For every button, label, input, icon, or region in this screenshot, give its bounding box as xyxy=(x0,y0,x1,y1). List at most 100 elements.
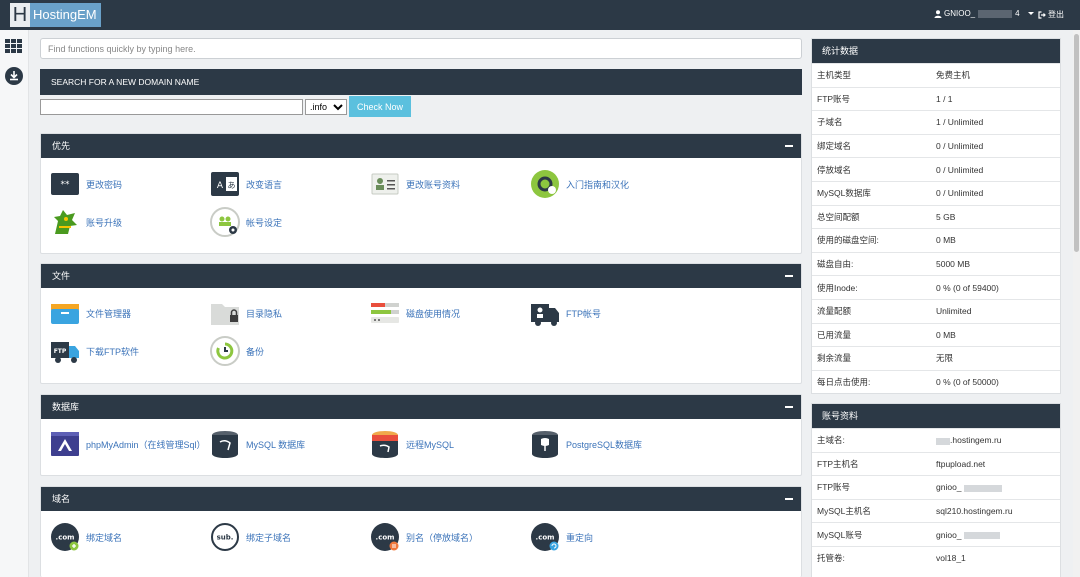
account-row: FTP主机名 ftpupload.net xyxy=(812,451,1060,476)
collapse-icon[interactable] xyxy=(785,275,793,277)
apps-grid-icon[interactable] xyxy=(5,39,23,53)
item-ftp-accounts[interactable]: FTP帐号 xyxy=(530,298,601,328)
getting-started-icon xyxy=(530,169,560,199)
stats-key: MySQL数据库 xyxy=(817,188,871,199)
stats-title: 统计数据 xyxy=(812,39,1060,63)
item-change-account-info[interactable]: 更改账号资料 xyxy=(370,169,460,199)
item-label: 更改密码 xyxy=(86,179,123,190)
stats-row: 已用流量 0 MB xyxy=(812,322,1060,347)
item-mysql-databases[interactable]: MySQL 数据库 xyxy=(210,429,305,459)
stats-value: 1 / 1 xyxy=(936,94,953,104)
item-label: 别名（停放域名） xyxy=(406,532,479,543)
stats-row: 主机类型 免费主机 xyxy=(812,63,1060,87)
domain-search-box: SEARCH FOR A NEW DOMAIN NAME .info Check… xyxy=(40,69,802,117)
account-value-text: sql210.hostingem.ru xyxy=(936,506,1013,517)
domain-search-title: SEARCH FOR A NEW DOMAIN NAME xyxy=(40,69,802,95)
item-change-language[interactable]: Aあ 改变语言 xyxy=(210,169,282,199)
username-redacted xyxy=(978,9,1013,18)
item-postgresql-databases[interactable]: PostgreSQL数据库 xyxy=(530,429,642,459)
scrollbar-thumb[interactable] xyxy=(1074,34,1079,252)
section-priority: 优先 ** 更改密码 Aあ 改变语言 更改账号资料 入门指南和汉化 账号升级 帐… xyxy=(40,133,802,254)
account-row: MySQL账号 gnioo_ xyxy=(812,522,1060,546)
stats-value: Unlimited xyxy=(936,306,971,316)
domain-glyph: .com xyxy=(376,534,395,542)
item-account-settings[interactable]: 帐号设定 xyxy=(210,207,282,237)
account-value-text: gnioo_ xyxy=(936,529,962,540)
item-addon-domains[interactable]: .com 绑定域名 xyxy=(50,522,122,552)
stats-value: 0 / Unlimited xyxy=(936,188,983,198)
item-redirects[interactable]: .com 重定向 xyxy=(530,522,593,552)
section-files: 文件 文件管理器 目录隐私 磁盘使用情况 FTP帐号 FTP 下载FTP软件 备… xyxy=(40,263,802,384)
language-icon: Aあ xyxy=(210,169,240,199)
item-directory-privacy[interactable]: 目录隐私 xyxy=(210,298,282,328)
item-file-manager[interactable]: 文件管理器 xyxy=(50,298,131,328)
stats-value: 5 GB xyxy=(936,212,955,222)
tld-select[interactable]: .info xyxy=(305,98,347,115)
item-label: 远程MySQL xyxy=(406,439,455,450)
user-icon xyxy=(934,9,942,18)
svg-text:あ: あ xyxy=(228,181,236,190)
item-parked-domains[interactable]: .com 别名（停放域名） xyxy=(370,522,478,552)
item-getting-started[interactable]: 入门指南和汉化 xyxy=(530,169,629,199)
function-search-input[interactable] xyxy=(41,39,801,58)
account-key: FTP账号 xyxy=(817,482,851,493)
account-key: 主域名: xyxy=(817,435,845,446)
domain-glyph: .com xyxy=(536,534,555,542)
check-now-button[interactable]: Check Now xyxy=(349,96,412,117)
stats-row: 使用Inode: 0 % (0 of 59400) xyxy=(812,275,1060,299)
stats-key: 绑定域名 xyxy=(817,141,852,152)
item-subdomains[interactable]: sub. 绑定子域名 xyxy=(210,522,291,552)
item-phpmyadmin[interactable]: phpMyAdmin（在线管理Sql） xyxy=(50,429,206,459)
upgrade-dragon-icon xyxy=(50,207,80,237)
function-search xyxy=(40,38,802,59)
stats-value-text: 0 / Unlimited xyxy=(936,188,984,199)
logout-button[interactable]: 登出 xyxy=(1038,9,1064,20)
account-value: vol18_1 xyxy=(936,553,966,563)
item-change-password[interactable]: ** 更改密码 xyxy=(50,169,122,199)
file-manager-icon xyxy=(50,298,80,328)
page-scrollbar[interactable] xyxy=(1073,30,1080,577)
item-label: FTP帐号 xyxy=(566,308,601,319)
item-disk-usage[interactable]: 磁盘使用情况 xyxy=(370,298,460,328)
directory-privacy-icon xyxy=(210,298,240,328)
item-label: 磁盘使用情况 xyxy=(406,308,461,319)
stats-value: 0 % (0 of 59400) xyxy=(936,283,999,293)
logo-text: HostingEM xyxy=(30,3,101,27)
item-label: phpMyAdmin（在线管理Sql） xyxy=(86,439,206,450)
collapse-icon[interactable] xyxy=(785,145,793,147)
stats-key: 每日点击使用: xyxy=(817,377,871,388)
subdomain-icon: sub. xyxy=(210,522,240,552)
redacted-text xyxy=(936,437,950,445)
account-key: 托管卷: xyxy=(817,553,845,564)
item-label: 更改账号资料 xyxy=(406,179,461,190)
collapse-icon[interactable] xyxy=(785,406,793,408)
download-icon[interactable] xyxy=(5,67,23,85)
stats-value-text: 免费主机 xyxy=(936,70,971,81)
account-key: MySQL账号 xyxy=(817,529,863,540)
user-menu[interactable]: GNIOO_ 4 xyxy=(934,9,1034,18)
section-title: 域名 xyxy=(52,494,71,504)
stats-value: 5000 MB xyxy=(936,259,970,269)
section-title: 文件 xyxy=(52,271,71,281)
stats-row: 剩余流量 无限 xyxy=(812,346,1060,370)
domain-name-input[interactable] xyxy=(40,98,303,115)
item-label: 重定向 xyxy=(566,532,594,543)
item-download-ftp-software[interactable]: FTP 下载FTP软件 xyxy=(50,336,139,366)
account-value: sql210.hostingem.ru xyxy=(936,506,1013,516)
account-value-text: .hostingem.ru xyxy=(950,435,1002,446)
stats-row: 绑定域名 0 / Unlimited xyxy=(812,133,1060,158)
hostingem-logo[interactable]: H HostingEM xyxy=(10,3,101,27)
mysql-database-icon xyxy=(210,429,240,459)
collapse-icon[interactable] xyxy=(785,498,793,500)
item-backup[interactable]: 备份 xyxy=(210,336,264,366)
item-remote-mysql[interactable]: 远程MySQL xyxy=(370,429,454,459)
stats-row: 流量配额 Unlimited xyxy=(812,298,1060,323)
item-account-upgrade[interactable]: 账号升级 xyxy=(50,207,122,237)
redacted-text xyxy=(963,531,1000,539)
stats-key: 总空间配额 xyxy=(817,211,860,222)
item-label: 帐号设定 xyxy=(246,217,283,228)
section-title: 优先 xyxy=(52,141,71,151)
stats-value: 免费主机 xyxy=(936,69,970,81)
account-info-panel: 账号资料 主域名: .hostingem.ru FTP主机名 ftpupload.ne… xyxy=(811,403,1061,577)
stats-row: FTP账号 1 / 1 xyxy=(812,86,1060,111)
